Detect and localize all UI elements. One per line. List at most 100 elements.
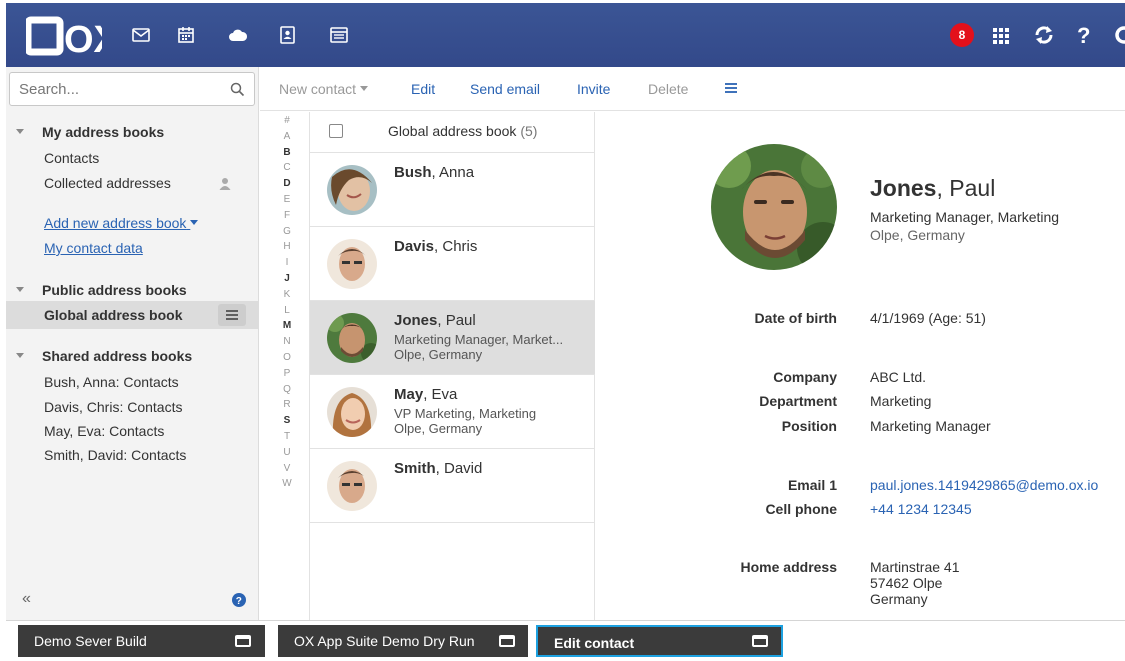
add-new-label: Add new address book <box>44 215 187 231</box>
folder-global-address-book[interactable]: Global address book <box>44 307 182 323</box>
alphabet-letter[interactable]: O <box>276 350 298 366</box>
shared-address-books-header[interactable]: Shared address books <box>16 348 192 364</box>
alphabet-letter[interactable]: C <box>276 160 298 176</box>
search-icon[interactable] <box>230 82 245 97</box>
alphabet-letter[interactable]: Q <box>276 382 298 398</box>
home-address-label: Home address <box>740 559 837 575</box>
alphabet-letter[interactable]: K <box>276 287 298 303</box>
company-value: ABC Ltd. <box>870 369 927 385</box>
folder-shared-may-eva[interactable]: May, Eva: Contacts <box>44 423 164 439</box>
folder-shared-davis-chris[interactable]: Davis, Chris: Contacts <box>44 399 182 415</box>
delete-button[interactable]: Delete <box>648 81 688 97</box>
search-input[interactable] <box>10 73 210 105</box>
alphabet-letter[interactable]: P <box>276 366 298 382</box>
alphabet-letter[interactable]: T <box>276 429 298 445</box>
alphabet-letter[interactable]: W <box>276 476 298 492</box>
caret-down-icon[interactable] <box>16 352 24 358</box>
alphabet-letter[interactable]: D <box>276 176 298 192</box>
folder-options-button[interactable] <box>218 304 246 326</box>
task-demo-sever-build[interactable]: Demo Sever Build <box>18 625 265 657</box>
svg-text:?: ? <box>236 596 242 607</box>
folder-shared-smith-david[interactable]: Smith, David: Contacts <box>44 447 186 463</box>
alphabet-letter[interactable]: S <box>276 413 298 429</box>
contact-first-name: , Eva <box>423 386 458 403</box>
email-link[interactable]: paul.jones.1419429865@demo.ox.io <box>870 477 1098 493</box>
alphabet-letter[interactable]: V <box>276 461 298 477</box>
more-actions-hamburger-icon[interactable] <box>724 82 738 94</box>
public-address-books-header[interactable]: Public address books <box>16 282 187 298</box>
caret-down-icon[interactable] <box>16 286 24 292</box>
task-label: Edit contact <box>554 635 635 651</box>
new-contact-label: New contact <box>279 81 357 97</box>
address-book-icon[interactable] <box>277 25 297 45</box>
help-icon[interactable]: ? <box>1076 23 1092 47</box>
list-title: Global address book (5) <box>388 123 537 139</box>
my-contact-data-link[interactable]: My contact data <box>44 240 143 256</box>
top-navigation-bar: OX 8 ? <box>6 3 1125 67</box>
alphabet-letter[interactable]: E <box>276 192 298 208</box>
contact-row-jones-paul[interactable]: Jones, Paul Marketing Manager, Market...… <box>310 301 595 375</box>
folder-shared-bush-anna[interactable]: Bush, Anna: Contacts <box>44 374 179 390</box>
folder-collected-addresses[interactable]: Collected addresses <box>44 175 171 191</box>
alphabet-letter[interactable]: N <box>276 334 298 350</box>
list-count: (5) <box>520 123 538 139</box>
task-ox-app-suite-demo-dry-run[interactable]: OX App Suite Demo Dry Run <box>278 625 528 657</box>
new-contact-button[interactable]: New contact <box>279 81 368 97</box>
select-all-checkbox[interactable] <box>329 124 343 138</box>
alphabet-letter[interactable]: M <box>276 318 298 334</box>
contact-first-name: , Anna <box>431 164 475 181</box>
caret-down-icon[interactable] <box>16 128 24 134</box>
alphabet-letter[interactable]: # <box>276 113 298 129</box>
contact-first-name: , Chris <box>434 238 478 255</box>
alphabet-letter[interactable]: J <box>276 271 298 287</box>
edit-button[interactable]: Edit <box>411 81 435 97</box>
alphabet-letter[interactable]: H <box>276 239 298 255</box>
refresh-icon[interactable] <box>1033 23 1055 47</box>
contact-row-bush-anna[interactable]: Bush, Anna <box>310 153 595 227</box>
send-email-button[interactable]: Send email <box>470 81 540 97</box>
alphabet-letter[interactable]: R <box>276 397 298 413</box>
alphabet-letter[interactable]: G <box>276 224 298 240</box>
contact-avatar <box>327 165 377 215</box>
window-restore-icon[interactable] <box>499 635 515 647</box>
launcher-grid-icon[interactable] <box>991 23 1011 47</box>
task-edit-contact[interactable]: Edit contact <box>536 625 783 657</box>
alphabet-letter[interactable]: B <box>276 145 298 161</box>
contact-last-name: Bush <box>394 164 432 181</box>
question-circle-icon[interactable]: ? <box>232 593 246 607</box>
contact-name: May, Eva <box>394 386 457 403</box>
window-restore-icon[interactable] <box>235 635 251 647</box>
invite-button[interactable]: Invite <box>577 81 610 97</box>
contact-row-smith-david[interactable]: Smith, David <box>310 449 595 523</box>
ox-logo[interactable]: OX <box>26 16 102 56</box>
detail-first-name: , Paul <box>936 175 996 201</box>
contact-row-may-eva[interactable]: May, Eva VP Marketing, Marketing Olpe, G… <box>310 375 595 449</box>
alphabet-letter[interactable]: U <box>276 445 298 461</box>
notification-badge[interactable]: 8 <box>950 23 974 47</box>
contact-location: Olpe, Germany <box>394 347 483 362</box>
search-box <box>9 72 255 106</box>
alphabet-letter[interactable]: L <box>276 303 298 319</box>
my-address-books-header[interactable]: My address books <box>16 124 164 140</box>
settings-gear-icon[interactable] <box>1114 23 1125 47</box>
drive-icon[interactable] <box>228 25 248 45</box>
list-header: Global address book (5) <box>310 112 595 153</box>
cell-phone-label: Cell phone <box>765 501 837 517</box>
add-new-address-book-link[interactable]: Add new address book <box>44 215 199 231</box>
contact-row-davis-chris[interactable]: Davis, Chris <box>310 227 595 301</box>
contact-last-name: May <box>394 386 424 403</box>
portal-icon[interactable] <box>329 25 349 45</box>
public-address-books-label: Public address books <box>42 282 187 298</box>
folder-contacts[interactable]: Contacts <box>44 150 99 166</box>
alphabet-letter[interactable]: I <box>276 255 298 271</box>
collapse-sidebar-button[interactable]: « <box>22 590 31 608</box>
mail-icon[interactable] <box>131 25 151 45</box>
cell-phone-link[interactable]: +44 1234 12345 <box>870 501 972 517</box>
list-title-text: Global address book <box>388 123 517 139</box>
contact-photo <box>711 144 837 270</box>
alphabet-letter[interactable]: F <box>276 208 298 224</box>
calendar-icon[interactable] <box>176 25 196 45</box>
contact-position: VP Marketing, Marketing <box>394 406 537 421</box>
alphabet-letter[interactable]: A <box>276 129 298 145</box>
window-restore-icon[interactable] <box>752 635 768 647</box>
